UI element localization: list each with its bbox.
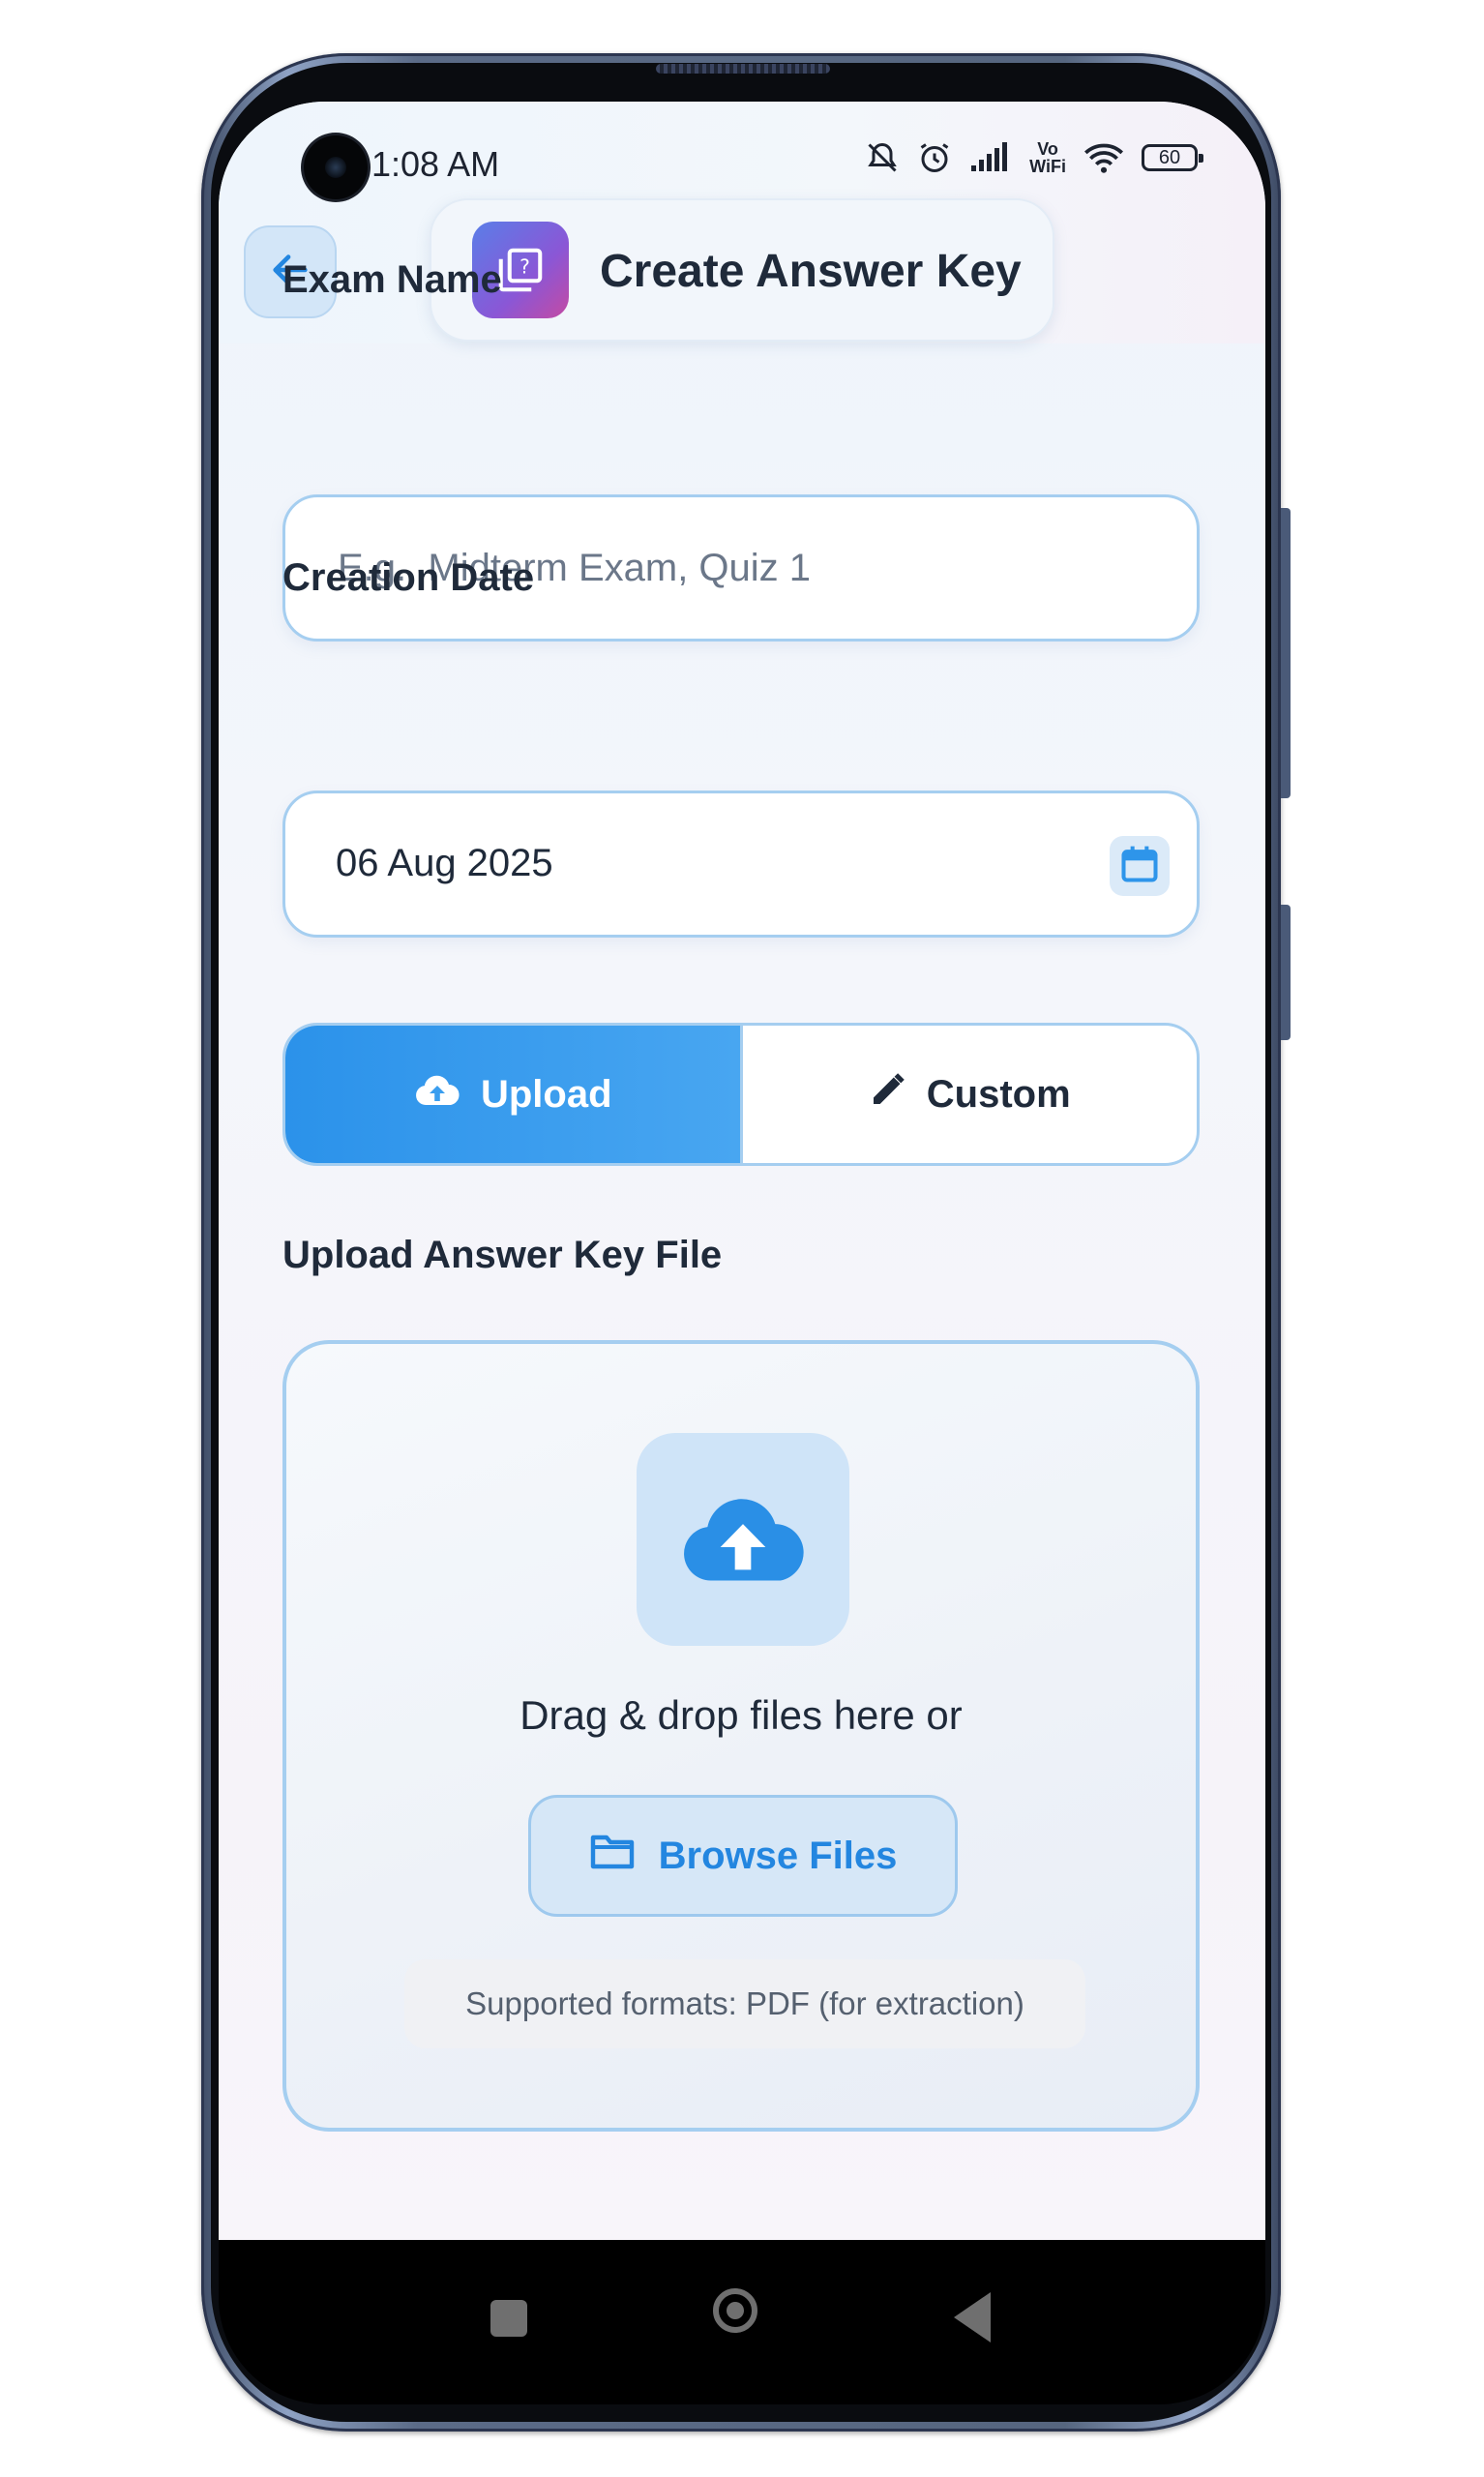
custom-tab-label: Custom — [926, 1072, 1071, 1116]
cloud-upload-icon — [413, 1072, 461, 1117]
upload-section-label: Upload Answer Key File — [282, 1234, 723, 1276]
cloud-upload-icon — [677, 1489, 809, 1591]
calendar-icon — [1118, 843, 1161, 890]
file-dropzone[interactable]: Drag & drop files here or Browse Files S… — [282, 1340, 1200, 2132]
pencil-icon — [869, 1070, 907, 1119]
browse-files-label: Browse Files — [658, 1834, 898, 1877]
supported-formats-note: Supported formats: PDF (for extraction) — [404, 1959, 1085, 2048]
front-camera — [304, 135, 368, 199]
home-button[interactable] — [713, 2288, 757, 2333]
svg-text:?: ? — [519, 254, 530, 278]
creation-date-label: Creation Date — [282, 556, 535, 599]
mute-bell-icon — [865, 140, 900, 175]
calendar-button[interactable] — [1110, 836, 1170, 896]
alarm-icon — [917, 140, 952, 175]
recents-button[interactable] — [490, 2300, 527, 2337]
battery-icon: 60 — [1142, 144, 1203, 171]
earpiece-speaker — [656, 64, 830, 74]
signal-icon — [969, 142, 1012, 173]
vowifi-line1: Vo — [1037, 139, 1058, 159]
folder-icon — [589, 1832, 636, 1880]
creation-date-value: 06 Aug 2025 — [336, 842, 553, 884]
mode-toggle: Upload Custom — [282, 1023, 1200, 1166]
page-title-pill: ? Create Answer Key — [430, 198, 1054, 342]
status-icons: Vo WiFi 60 — [865, 140, 1203, 175]
status-time: 1:08 AM — [371, 144, 500, 184]
volume-button — [1281, 508, 1291, 798]
upload-tab[interactable]: Upload — [285, 1026, 740, 1163]
upload-tab-label: Upload — [480, 1072, 612, 1116]
vowifi-indicator: Vo WiFi — [1029, 140, 1066, 175]
cloud-upload-tile — [637, 1433, 849, 1646]
app-screen: 1:08 AM Vo WiFi 60 ? Create Answer Key E… — [219, 102, 1265, 2240]
browse-files-button[interactable]: Browse Files — [528, 1795, 958, 1917]
vowifi-line2: WiFi — [1029, 157, 1066, 176]
power-button — [1281, 905, 1291, 1040]
wifi-icon — [1083, 141, 1124, 174]
system-nav-bar — [219, 2240, 1265, 2404]
page-title: Create Answer Key — [600, 246, 1022, 297]
system-back-button[interactable] — [954, 2292, 991, 2343]
custom-tab[interactable]: Custom — [739, 1026, 1198, 1163]
exam-name-label: Exam Name — [282, 258, 502, 301]
drag-drop-text: Drag & drop files here or — [519, 1692, 963, 1738]
creation-date-field[interactable]: 06 Aug 2025 — [282, 791, 1200, 938]
